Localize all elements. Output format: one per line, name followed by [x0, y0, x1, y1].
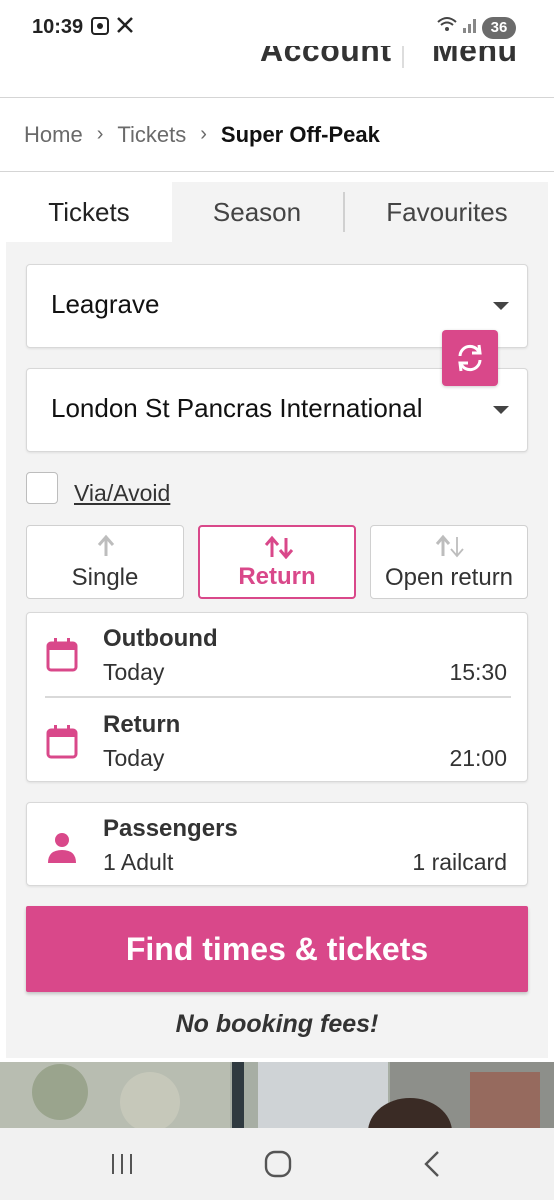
return-label: Return	[238, 563, 316, 590]
account-link[interactable]: Account	[260, 46, 392, 69]
via-avoid-link[interactable]: Via/Avoid	[74, 480, 170, 507]
swap-stations-button[interactable]	[442, 330, 498, 386]
passengers-adults: 1 Adult	[103, 849, 174, 875]
outbound-day: Today	[103, 659, 165, 685]
calendar-icon	[46, 638, 78, 672]
signal-icon	[462, 16, 478, 39]
return-ticket-option[interactable]: Return	[198, 525, 356, 599]
passengers-railcards: 1 railcard	[412, 849, 507, 875]
single-label: Single	[71, 564, 139, 591]
swap-icon	[458, 344, 482, 372]
return-day: Today	[103, 745, 165, 771]
chevron-right-icon: ›	[200, 123, 207, 145]
arrow-up-icon	[97, 534, 115, 556]
breadcrumb-current: Super Off-Peak	[220, 121, 380, 147]
x-app-icon	[116, 16, 134, 39]
breadcrumb: Home › Tickets › Super Off-Peak	[0, 98, 554, 172]
breadcrumb-tickets[interactable]: Tickets	[117, 122, 186, 148]
planner-tabs: Tickets Season Favourites	[6, 182, 548, 242]
wifi-icon	[436, 16, 458, 39]
person-icon	[48, 833, 76, 863]
tab-tickets[interactable]: Tickets	[6, 182, 172, 242]
open-return-arrows-icon	[435, 534, 464, 558]
back-button[interactable]	[412, 1146, 452, 1182]
screenshot-icon	[90, 16, 110, 41]
travel-dates-card: Outbound Today 15:30 Return Today 21:00	[26, 612, 528, 782]
return-time: 21:00	[449, 745, 507, 771]
open-return-ticket-option[interactable]: Open return	[370, 525, 528, 599]
status-time: 10:39	[32, 16, 84, 38]
journey-planner: Tickets Season Favourites Leagrave Londo…	[6, 182, 548, 1058]
tab-favourites[interactable]: Favourites	[346, 182, 548, 242]
back-chevron-icon	[424, 1151, 439, 1177]
origin-station-value: Leagrave	[51, 289, 160, 319]
recent-apps-icon	[112, 1154, 132, 1174]
calendar-icon	[46, 725, 78, 759]
tab-divider	[343, 192, 345, 232]
promo-photo	[0, 1062, 554, 1128]
no-booking-fees-text: No booking fees!	[175, 1010, 379, 1038]
system-nav-bar	[0, 1128, 554, 1200]
passengers-title: Passengers	[103, 815, 238, 842]
passengers-selector[interactable]: Passengers 1 Adult 1 railcard	[26, 802, 528, 886]
outbound-title: Outbound	[103, 625, 218, 652]
find-times-tickets-button[interactable]: Find times & tickets	[26, 906, 528, 992]
dropdown-caret-icon	[493, 406, 509, 414]
battery-indicator: 36	[482, 17, 516, 39]
home-circle-icon	[264, 1150, 292, 1178]
single-ticket-option[interactable]: Single	[26, 525, 184, 599]
status-bar: 10:39 36	[0, 0, 554, 50]
row-divider	[45, 696, 511, 698]
site-header: Account Menu	[0, 46, 554, 98]
open-return-label: Open return	[384, 564, 514, 591]
outbound-time: 15:30	[449, 659, 507, 685]
destination-station-value: London St Pancras International	[51, 393, 423, 423]
header-divider	[402, 46, 404, 68]
menu-link[interactable]: Menu	[432, 46, 518, 69]
dropdown-caret-icon	[493, 302, 509, 310]
recent-apps-button[interactable]	[102, 1146, 142, 1182]
home-button[interactable]	[258, 1146, 298, 1182]
chevron-right-icon: ›	[96, 123, 104, 145]
tab-season[interactable]: Season	[172, 182, 342, 242]
via-avoid-checkbox[interactable]	[26, 472, 58, 504]
return-title: Return	[103, 711, 181, 738]
breadcrumb-home[interactable]: Home	[24, 122, 83, 148]
up-down-arrows-icon	[264, 535, 294, 559]
